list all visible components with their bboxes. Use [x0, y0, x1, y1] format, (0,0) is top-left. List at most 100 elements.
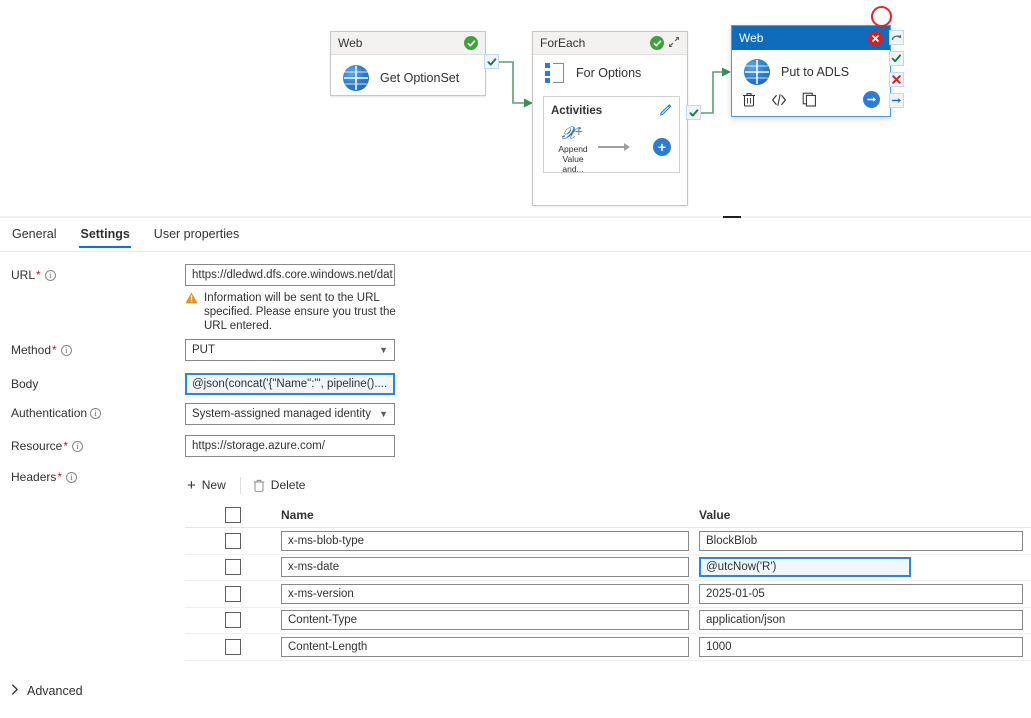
foreach-activities-container[interactable]: Activities 𝓧+ Append Value and... +	[543, 96, 680, 174]
run-icon[interactable]	[863, 91, 880, 108]
table-row[interactable]: x-ms-blob-type BlockBlob	[185, 528, 1031, 555]
node-body: Put to ADLS	[732, 50, 890, 91]
resource-input[interactable]: https://storage.azure.com/	[185, 435, 395, 457]
info-icon[interactable]: i	[90, 408, 102, 419]
add-activity-button[interactable]: +	[653, 138, 671, 157]
info-icon[interactable]: i	[72, 441, 84, 452]
required-marker: *	[57, 470, 63, 484]
url-warning-message: Information will be sent to the URL spec…	[185, 291, 400, 333]
completion-arrow-icon[interactable]	[889, 93, 904, 108]
table-row[interactable]: Content-Type application/json	[185, 608, 1031, 634]
row-checkbox[interactable]	[225, 638, 241, 655]
info-icon[interactable]: i	[44, 270, 56, 281]
header-value-input[interactable]: @utcNow('R')	[699, 557, 911, 578]
activity-node-get-optionset[interactable]: Web Get OptionSet	[330, 31, 486, 96]
activities-row: 𝓧+ Append Value and... +	[544, 119, 679, 174]
header-name-input[interactable]: x-ms-date	[281, 557, 689, 578]
skip-arrow-icon[interactable]	[889, 30, 904, 45]
header-value-input[interactable]: 2025-01-05	[699, 583, 1023, 604]
node-name-label: For Options	[576, 66, 642, 80]
url-input[interactable]: https://dledwd.dfs.core.windows.net/dat…	[185, 264, 395, 286]
success-check-icon	[464, 36, 478, 50]
header-name-input[interactable]: Content-Type	[281, 610, 689, 631]
authentication-select[interactable]: System-assigned managed identity ▼	[185, 403, 395, 425]
node-status	[464, 36, 478, 50]
tab-general[interactable]: General	[11, 222, 57, 248]
node-type-label: Web	[338, 36, 363, 50]
header-value-cell: application/json	[699, 610, 1031, 631]
info-icon[interactable]: i	[60, 345, 72, 356]
select-all-checkbox[interactable]	[225, 506, 241, 523]
header-name-cell: x-ms-blob-type	[281, 530, 699, 551]
inner-activity-append-variable[interactable]: 𝓧+ Append Value and...	[552, 121, 594, 174]
collapse-icon[interactable]	[668, 36, 680, 51]
method-value: PUT	[192, 344, 215, 356]
toolbar-divider	[239, 476, 241, 494]
delete-header-button[interactable]: Delete	[251, 478, 315, 492]
node-type-label: ForEach	[540, 36, 586, 50]
panel-splitter[interactable]	[0, 216, 1031, 218]
success-check-icon	[688, 108, 698, 117]
row-select-cell	[185, 559, 281, 576]
header-name-input[interactable]: x-ms-blob-type	[281, 530, 689, 551]
row-checkbox[interactable]	[225, 559, 241, 576]
table-row[interactable]: x-ms-date @utcNow('R')	[185, 555, 1031, 581]
copy-icon[interactable]	[802, 92, 817, 107]
method-label: Method* i	[11, 343, 72, 357]
activity-node-put-to-adls[interactable]: Web Put to ADLS	[731, 25, 891, 117]
row-checkbox[interactable]	[225, 532, 241, 549]
inner-flow-arrow-icon	[596, 142, 651, 152]
close-red-icon[interactable]	[868, 30, 883, 46]
edge-chip-success-1[interactable]	[484, 54, 499, 69]
row-checkbox[interactable]	[225, 585, 241, 602]
tab-settings[interactable]: Settings	[79, 222, 132, 248]
headers-toolbar: + New Delete	[185, 472, 314, 498]
delete-header-label: Delete	[270, 478, 306, 492]
table-row[interactable]: x-ms-version 2025-01-05	[185, 581, 1031, 608]
header-value-input[interactable]: 1000	[699, 636, 1023, 657]
header-value-cell: BlockBlob	[699, 530, 1031, 551]
node-output-ports	[889, 30, 904, 114]
node-type-label: Web	[739, 31, 764, 45]
header-name-cell: Content-Type	[281, 610, 699, 631]
header-name-cell: Content-Length	[281, 636, 699, 657]
inner-activity-label-line2: Value and...	[562, 153, 584, 174]
chevron-down-icon: ▼	[379, 409, 388, 419]
splitter-grip[interactable]	[723, 216, 741, 218]
activity-node-for-options[interactable]: ForEach For Options Activities 𝓧+ Append…	[532, 31, 688, 206]
new-header-button[interactable]: + New	[185, 478, 235, 493]
success-check-icon[interactable]	[889, 51, 904, 66]
row-select-cell	[185, 585, 281, 602]
node-status	[650, 36, 680, 51]
node-toolbar	[732, 91, 890, 115]
pencil-icon[interactable]	[659, 103, 672, 119]
row-checkbox[interactable]	[225, 612, 241, 629]
tab-user-properties[interactable]: User properties	[153, 222, 240, 248]
advanced-section-toggle[interactable]: Advanced	[11, 684, 83, 698]
body-input[interactable]: @json(concat('{"Name":"', pipeline()....	[185, 373, 395, 395]
method-select[interactable]: PUT ▼	[185, 339, 395, 361]
row-select-cell	[185, 638, 281, 655]
info-icon[interactable]: i	[66, 472, 78, 483]
column-header-name: Name	[281, 507, 314, 522]
advanced-label: Advanced	[27, 684, 83, 698]
red-highlight-circle	[871, 6, 892, 27]
header-value-cell: 2025-01-05	[699, 583, 1031, 604]
code-icon[interactable]	[771, 93, 787, 107]
failure-x-icon[interactable]	[889, 72, 904, 87]
body-label: Body	[11, 377, 39, 391]
header-name-input[interactable]: Content-Length	[281, 636, 689, 657]
warning-triangle-icon	[185, 292, 198, 333]
edge-chip-success-2[interactable]	[686, 105, 701, 120]
delete-icon[interactable]	[742, 92, 756, 107]
node-name-label: Put to ADLS	[781, 65, 850, 79]
header-name-cell: x-ms-date	[281, 557, 699, 578]
table-row[interactable]: Content-Length 1000	[185, 634, 1031, 661]
header-value-input[interactable]: application/json	[699, 610, 1023, 631]
required-marker: *	[52, 343, 57, 357]
url-label: URL* i	[11, 268, 56, 282]
header-name-input[interactable]: x-ms-version	[281, 583, 689, 604]
node-status[interactable]	[868, 30, 883, 46]
pipeline-canvas[interactable]: Web Get OptionSet ForEach For Options Ac…	[0, 0, 1031, 217]
header-value-input[interactable]: BlockBlob	[699, 530, 1023, 551]
